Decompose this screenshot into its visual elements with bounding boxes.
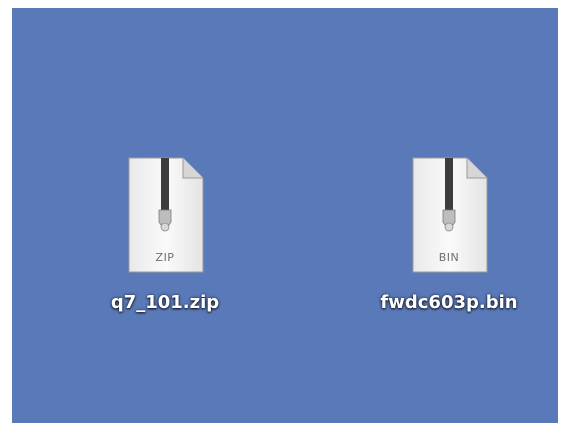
desktop-file-q7-101-zip[interactable]: ZIP q7_101.zip <box>75 154 255 313</box>
desktop-file-fwdc603p-bin[interactable]: BIN fwdc603p.bin <box>359 154 539 313</box>
file-type-badge: ZIP <box>155 251 175 264</box>
file-type-badge: BIN <box>438 251 460 264</box>
desktop[interactable]: ZIP q7_101.zip BIN fwdc603p.bin <box>12 8 558 423</box>
zip-archive-icon[interactable]: ZIP <box>121 154 209 278</box>
file-name-label[interactable]: fwdc603p.bin <box>380 292 517 313</box>
bin-archive-icon[interactable]: BIN <box>405 154 493 278</box>
file-name-label[interactable]: q7_101.zip <box>111 292 219 313</box>
